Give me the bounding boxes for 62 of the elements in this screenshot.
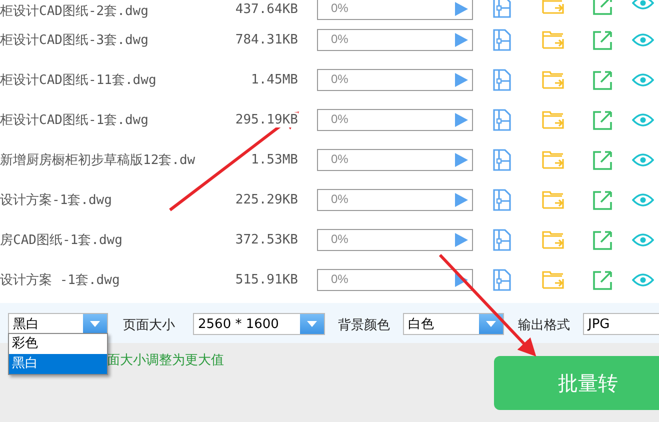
eye-icon[interactable]	[632, 113, 654, 127]
play-icon[interactable]	[455, 113, 468, 127]
caret-icon	[307, 321, 317, 327]
folder-arrow-icon[interactable]	[542, 71, 564, 89]
export-icon[interactable]	[593, 111, 612, 130]
eye-icon[interactable]	[632, 233, 654, 247]
progress-text: 0%	[331, 232, 348, 246]
folder-arrow-icon[interactable]	[542, 151, 564, 169]
cad-file-icon[interactable]	[493, 149, 511, 171]
output-format-label: 输出格式	[518, 317, 570, 334]
progress-text: 0%	[331, 192, 348, 206]
folder-arrow-icon[interactable]	[542, 31, 564, 49]
caret-icon	[90, 321, 100, 327]
folder-arrow-icon[interactable]	[542, 231, 564, 249]
progress-text: 0%	[331, 32, 348, 46]
play-icon[interactable]	[455, 33, 468, 47]
output-format-field[interactable]: JPG	[583, 313, 659, 335]
page-size-dropdown[interactable]: 2560 * 1600	[193, 313, 325, 335]
export-icon[interactable]	[593, 71, 612, 90]
cad-file-icon[interactable]	[493, 69, 511, 91]
color-mode-dropdown[interactable]: 黑白	[8, 313, 108, 335]
play-icon[interactable]	[455, 153, 468, 167]
eye-icon[interactable]	[632, 193, 654, 207]
eye-icon[interactable]	[632, 73, 654, 87]
progress-text: 0%	[331, 112, 348, 126]
play-icon[interactable]	[455, 73, 468, 87]
play-icon[interactable]	[455, 2, 468, 16]
eye-icon[interactable]	[632, 273, 654, 287]
folder-arrow-icon[interactable]	[542, 111, 564, 129]
export-icon[interactable]	[593, 191, 612, 210]
cad-file-icon[interactable]	[493, 189, 511, 211]
dropdown-option[interactable]: 彩色	[9, 334, 107, 354]
folder-arrow-icon[interactable]	[542, 0, 564, 14]
cad-file-icon[interactable]	[493, 109, 511, 131]
eye-icon[interactable]	[632, 0, 654, 10]
cad-file-icon[interactable]	[493, 0, 511, 18]
progress-text: 0%	[331, 1, 348, 15]
caret-icon	[486, 321, 496, 327]
file-size: 295.19KB	[235, 112, 298, 128]
page-size-label: 页面大小	[123, 317, 175, 334]
export-icon[interactable]	[593, 151, 612, 170]
folder-arrow-icon[interactable]	[542, 191, 564, 209]
background-color-dropdown[interactable]: 白色	[403, 313, 504, 335]
progress-text: 0%	[331, 272, 348, 286]
dropdown-option[interactable]: 黑白	[9, 354, 107, 374]
eye-icon[interactable]	[632, 153, 654, 167]
folder-arrow-icon[interactable]	[542, 271, 564, 289]
hint-text: 面大小调整为更大值	[107, 352, 224, 369]
play-icon[interactable]	[455, 233, 468, 247]
export-icon[interactable]	[593, 0, 612, 15]
play-icon[interactable]	[455, 273, 468, 287]
background-color-label: 背景颜色	[338, 317, 390, 334]
eye-icon[interactable]	[632, 33, 654, 47]
progress-text: 0%	[331, 72, 348, 86]
export-icon[interactable]	[593, 31, 612, 50]
cad-file-icon[interactable]	[493, 229, 511, 251]
export-icon[interactable]	[593, 231, 612, 250]
cad-file-icon[interactable]	[493, 29, 511, 51]
progress-text: 0%	[331, 152, 348, 166]
play-icon[interactable]	[455, 193, 468, 207]
cad-file-icon[interactable]	[493, 269, 511, 291]
export-icon[interactable]	[593, 271, 612, 290]
